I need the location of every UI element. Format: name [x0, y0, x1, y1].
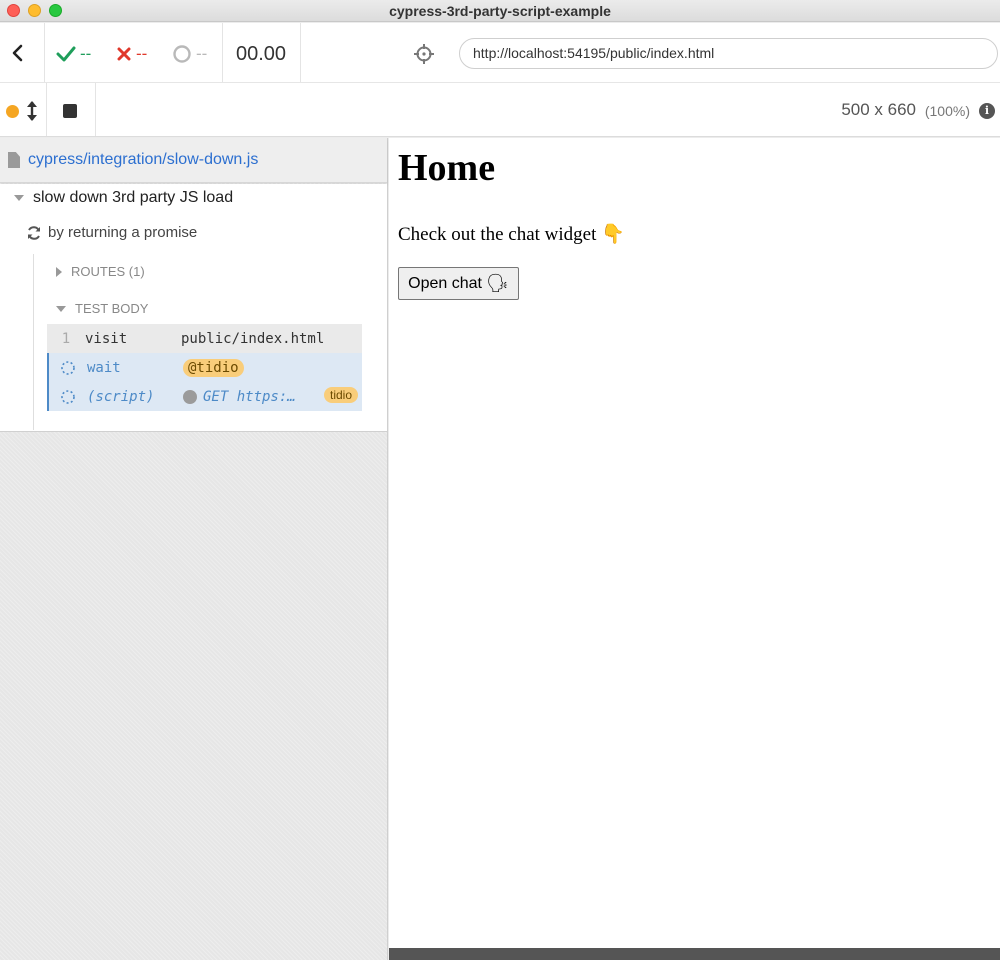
suite-title: slow down 3rd party JS load [33, 189, 234, 206]
spinner-icon [49, 360, 87, 376]
test-body-toggle[interactable]: TEST BODY [56, 301, 148, 316]
command-name: (script) [87, 388, 155, 405]
arrows-v-icon[interactable] [25, 99, 39, 123]
page-heading: Home [398, 147, 496, 189]
app-preview: Home Check out the chat widget 👇 Open ch… [389, 138, 1000, 948]
command-row[interactable]: 1 visit public/index.html [47, 324, 362, 353]
tests-panel: slow down 3rd party JS load by returning… [0, 184, 387, 432]
spec-file-link[interactable]: cypress/integration/slow-down.js [28, 151, 258, 169]
refresh-icon [28, 225, 40, 240]
window-title: cypress-3rd-party-script-example [389, 3, 611, 19]
alias-badge: @tidio [183, 358, 244, 377]
circle-o-icon [173, 45, 191, 63]
test-body-label: TEST BODY [75, 301, 149, 316]
viewport-size: 500 x 660 [841, 100, 916, 119]
open-chat-button[interactable]: Open chat 🗣 [398, 267, 519, 300]
running-indicator [6, 105, 19, 118]
preview-bottom-edge [389, 948, 1000, 960]
chevron-left-icon[interactable] [8, 41, 28, 65]
viewport-scale: (100%) [924, 103, 970, 119]
spec-header: cypress/integration/slow-down.js [0, 138, 387, 183]
command-row[interactable]: wait @tidio [47, 353, 362, 382]
speaking-head-icon: 🗣 [485, 273, 509, 293]
reporter-panel: cypress/integration/slow-down.js slow do… [0, 138, 388, 960]
failed-stat: -- [116, 42, 147, 66]
header-divider [222, 23, 223, 82]
reporter-controls: 500 x 660 (100%) i [0, 83, 1000, 137]
caret-down-icon [14, 195, 24, 201]
command-number: 1 [61, 330, 71, 347]
run-duration: 00.00 [236, 43, 287, 65]
routes-label: ROUTES (1) [71, 264, 145, 279]
check-icon [56, 46, 76, 62]
spinner-icon [49, 389, 87, 405]
routes-toggle[interactable]: ROUTES (1) [56, 264, 145, 279]
command-message: public/index.html [181, 330, 325, 347]
x-icon [117, 47, 131, 61]
caret-right-icon [56, 266, 62, 277]
failed-count: -- [136, 44, 148, 63]
passed-stat: -- [56, 42, 91, 66]
header-divider [44, 23, 45, 82]
header-divider [300, 23, 301, 82]
stop-icon[interactable] [63, 104, 77, 118]
pending-stat: -- [172, 42, 207, 66]
crosshairs-icon[interactable] [414, 44, 434, 64]
command-message: GET https:… [203, 388, 296, 405]
lead-paragraph: Check out the chat widget 👇 [398, 222, 625, 246]
command-name: visit [85, 330, 128, 347]
command-name: wait [87, 359, 121, 376]
window-titlebar: cypress-3rd-party-script-example [0, 0, 1000, 22]
caret-down-icon [56, 305, 66, 312]
hook-indent-line [33, 254, 34, 430]
pending-count: -- [196, 44, 208, 63]
test-title-row[interactable]: by returning a promise [26, 224, 197, 241]
controls-divider [95, 83, 96, 136]
controls-divider [46, 83, 47, 136]
passed-count: -- [80, 44, 92, 63]
pointing-down-icon: 👇 [601, 224, 625, 245]
lead-text: Check out the chat widget [398, 224, 597, 245]
open-chat-label: Open chat [408, 274, 482, 292]
pending-status-dot [183, 389, 197, 404]
url-bar[interactable]: http://localhost:54195/public/index.html [459, 38, 998, 69]
info-icon[interactable]: i [979, 103, 995, 119]
test-title: by returning a promise [48, 224, 198, 241]
file-icon [8, 152, 20, 168]
suite-title-row[interactable]: slow down 3rd party JS load [14, 189, 233, 207]
command-row[interactable]: (script) GET https:… tidio [47, 382, 362, 411]
runner-header: -- -- -- 00.00 http://localhost:54195/pu… [0, 23, 1000, 83]
alias-badge: tidio [323, 387, 358, 403]
